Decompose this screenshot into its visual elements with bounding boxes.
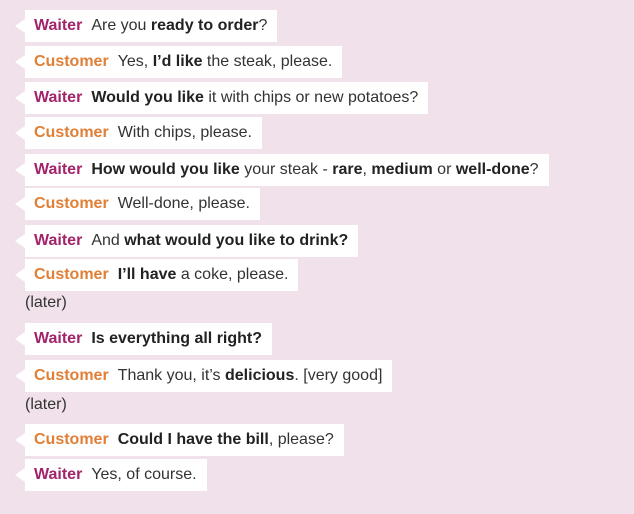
speaker-label: Customer bbox=[34, 53, 109, 70]
speaker-label: Customer bbox=[34, 367, 109, 384]
text-fragment: a coke, please. bbox=[176, 266, 289, 283]
dialogue-bubble-waiter: Waiter Is everything all right? bbox=[14, 323, 273, 355]
speaker-label: Waiter bbox=[34, 330, 83, 347]
bold-phrase: How would you like bbox=[91, 161, 240, 178]
dialogue-line: Thank you, it’s delicious. [very good] bbox=[118, 367, 383, 385]
speaker-label: Customer bbox=[34, 124, 109, 141]
dialogue-line: Could I have the bill, please? bbox=[118, 431, 334, 449]
dialogue-line: Well-done, please. bbox=[118, 195, 250, 213]
dialogue-bubble-waiter: Waiter Would you like it with chips or ne… bbox=[14, 82, 429, 114]
dialogue-line: Would you like it with chips or new pota… bbox=[91, 89, 418, 107]
speaker-label: Waiter bbox=[34, 161, 83, 178]
dialogue-line: Is everything all right? bbox=[91, 330, 262, 348]
bold-phrase: Could I have the bill bbox=[117, 431, 269, 448]
text-fragment: With chips, please. bbox=[117, 124, 252, 141]
bold-phrase: rare bbox=[332, 161, 363, 178]
bold-phrase: medium bbox=[371, 161, 433, 178]
text-fragment: Yes, of course. bbox=[91, 466, 197, 483]
text-fragment: the steak, please. bbox=[202, 53, 333, 70]
dialogue-bubble-customer: Customer Could I have the bill, please? bbox=[15, 424, 344, 456]
later-note: (later) bbox=[25, 396, 67, 413]
text-fragment: ? bbox=[529, 161, 539, 178]
text-fragment: ? bbox=[258, 17, 268, 34]
dialogue-bubble-customer: Customer Thank you, it’s delicious. [very… bbox=[14, 360, 393, 392]
bold-phrase: I’d like bbox=[152, 53, 203, 70]
speaker-label: Customer bbox=[34, 266, 109, 283]
bold-phrase: Would you like bbox=[91, 89, 204, 106]
bold-phrase: ready to order bbox=[150, 17, 259, 34]
bold-phrase: Is everything all right? bbox=[91, 330, 263, 347]
dialogue-bubble-waiter: Waiter Yes, of course. bbox=[15, 459, 207, 491]
bold-phrase: I’ll have bbox=[117, 266, 177, 283]
dialogue-bubble-customer: Customer With chips, please. bbox=[15, 117, 262, 149]
bold-phrase: what would you like to drink? bbox=[124, 232, 349, 249]
later-note: (later) bbox=[25, 294, 67, 311]
dialogue-line: I’ll have a coke, please. bbox=[118, 266, 289, 284]
text-fragment: Yes, bbox=[117, 53, 153, 70]
dialogue-line: With chips, please. bbox=[118, 124, 252, 142]
speaker-label: Waiter bbox=[34, 17, 83, 34]
text-fragment: or bbox=[432, 161, 456, 178]
dialogue-bubble-waiter: Waiter How would you like your steak - ra… bbox=[15, 154, 549, 186]
dialogue-bubble-customer: Customer Well-done, please. bbox=[15, 188, 260, 220]
dialogue-bubble-customer: Customer I’ll have a coke, please. bbox=[14, 259, 299, 291]
speaker-label: Customer bbox=[34, 431, 109, 448]
text-fragment: , please? bbox=[268, 431, 334, 448]
speaker-label: Customer bbox=[34, 195, 109, 212]
dialogue-line: Yes, I’d like the steak, please. bbox=[118, 53, 333, 71]
dialogue-bubble-waiter: Waiter Are you ready to order? bbox=[14, 10, 278, 42]
text-fragment: Are you bbox=[91, 17, 151, 34]
text-fragment: Well-done, please. bbox=[117, 195, 250, 212]
speaker-label: Waiter bbox=[34, 466, 83, 483]
text-fragment: Thank you, it’s bbox=[117, 367, 225, 384]
bold-phrase: well-done bbox=[455, 161, 530, 178]
dialogue-line: Yes, of course. bbox=[91, 466, 196, 484]
dialogue-line: And what would you like to drink? bbox=[91, 232, 348, 250]
dialogue-bubble-customer: Customer Yes, I’d like the steak, please. bbox=[14, 46, 343, 78]
text-fragment: your steak - bbox=[239, 161, 333, 178]
text-fragment: And bbox=[91, 232, 125, 249]
text-fragment: it with chips or new potatoes? bbox=[203, 89, 419, 106]
dialogue-line: Are you ready to order? bbox=[91, 17, 267, 35]
speaker-label: Waiter bbox=[34, 232, 83, 249]
dialogue-line: How would you like your steak - rare, me… bbox=[91, 161, 538, 179]
speaker-label: Waiter bbox=[34, 89, 83, 106]
bold-phrase: delicious bbox=[225, 367, 295, 384]
dialogue-bubble-waiter: Waiter And what would you like to drink? bbox=[14, 225, 359, 257]
text-fragment: . [very good] bbox=[294, 367, 383, 384]
